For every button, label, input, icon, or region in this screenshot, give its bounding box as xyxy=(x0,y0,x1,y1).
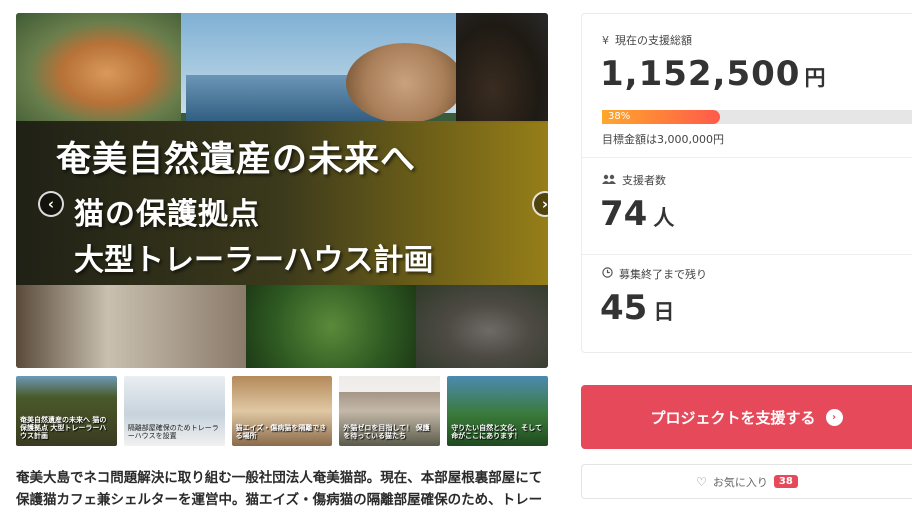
hero-title-line1: 奄美自然遺産の未来へ xyxy=(56,140,417,180)
total-amount: 1,152,500 円 xyxy=(600,54,826,94)
supporters-count: 74 人 xyxy=(600,194,674,234)
goal-amount: 目標金額は3,000,000円 xyxy=(602,133,724,146)
supporters-count-value: 74 xyxy=(600,194,648,234)
thumbnail-caption: 奄美自然遺産の未来へ 猫の保護拠点 大型トレーラーハウス計画 xyxy=(20,416,107,440)
hero-carousel[interactable]: 奄美自然遺産の未来へ 猫の保護拠点 大型トレーラーハウス計画 ‹ › xyxy=(16,13,548,368)
hero-title-line2: 猫の保護拠点 xyxy=(74,197,260,232)
favorite-label: お気に入り xyxy=(712,475,768,489)
people-icon xyxy=(602,174,616,187)
remaining-days-value: 45 xyxy=(600,288,648,328)
hero-title-line3: 大型トレーラーハウス計画 xyxy=(74,243,434,278)
shamisen-photo xyxy=(456,13,548,123)
thumbnail-highlight xyxy=(339,376,441,392)
progress-bar: 38% xyxy=(602,110,912,124)
festival-photo xyxy=(16,285,246,368)
remaining-label-row: 募集終了まで残り xyxy=(602,266,707,282)
remaining-unit: 日 xyxy=(653,300,675,324)
cat-photo xyxy=(16,13,181,123)
fern-photo xyxy=(246,285,416,368)
drum-photo xyxy=(346,43,464,123)
rabbit-photo xyxy=(416,285,548,368)
thumbnail-1[interactable]: 奄美自然遺産の未来へ 猫の保護拠点 大型トレーラーハウス計画 xyxy=(16,376,117,446)
support-project-button[interactable]: プロジェクトを支援する › xyxy=(581,385,912,449)
stats-panel: ¥ 現在の支援総額 1,152,500 円 38% 目標金額は3,000,000円… xyxy=(581,13,912,353)
divider xyxy=(582,254,912,255)
chevron-left-icon[interactable]: ‹ xyxy=(38,191,64,217)
favorite-count-badge: 38 xyxy=(773,475,798,488)
remaining-label: 募集終了まで残り xyxy=(619,268,707,281)
thumbnail-3[interactable]: 猫エイズ・傷病猫を隔離できる場所 xyxy=(231,376,333,446)
thumbnail-5[interactable]: 守りたい自然と文化、そして命がここにあります！ xyxy=(447,376,548,446)
thumbnail-strip: 奄美自然遺産の未来へ 猫の保護拠点 大型トレーラーハウス計画 隔離部屋確保のため… xyxy=(16,376,548,446)
thumbnail-caption: 外猫ゼロを目指して！ 保護を待っている猫たち xyxy=(343,424,430,440)
project-description: 奄美大島でネコ問題解決に取り組む一般社団法人奄美猫部。現在、本部屋根裏部屋にて保… xyxy=(16,470,543,508)
thumbnail-caption: 守りたい自然と文化、そして命がここにあります！ xyxy=(451,424,542,440)
thumbnail-2[interactable]: 隔離部屋確保のためトレーラーハウスを設置 xyxy=(123,376,225,446)
supporters-label-row: 支援者数 xyxy=(602,172,666,188)
thumbnail-4[interactable]: 外猫ゼロを目指して！ 保護を待っている猫たち xyxy=(339,376,441,446)
total-amount-value: 1,152,500 xyxy=(600,54,801,94)
total-label-row: ¥ 現在の支援総額 xyxy=(602,32,692,48)
clock-icon xyxy=(602,267,613,281)
thumbnail-caption: 猫エイズ・傷病猫を隔離できる場所 xyxy=(235,424,327,440)
project-page: 奄美自然遺産の未来へ 猫の保護拠点 大型トレーラーハウス計画 ‹ › 奄美自然遺… xyxy=(0,0,912,513)
divider xyxy=(582,157,912,158)
total-amount-unit: 円 xyxy=(804,66,827,90)
support-project-label: プロジェクトを支援する xyxy=(650,408,816,427)
remaining-days: 45 日 xyxy=(600,288,674,328)
supporters-label: 支援者数 xyxy=(622,174,666,187)
progress-percent: 38% xyxy=(608,111,631,122)
total-label: 現在の支援総額 xyxy=(615,34,692,47)
heart-icon: ♡ xyxy=(696,474,707,489)
yen-icon: ¥ xyxy=(602,33,609,47)
supporters-unit: 人 xyxy=(653,206,675,230)
thumbnail-caption: 隔離部屋確保のためトレーラーハウスを設置 xyxy=(127,424,219,440)
arrow-circle-right-icon: › xyxy=(825,408,843,426)
favorite-button[interactable]: ♡ お気に入り 38 xyxy=(581,464,912,499)
